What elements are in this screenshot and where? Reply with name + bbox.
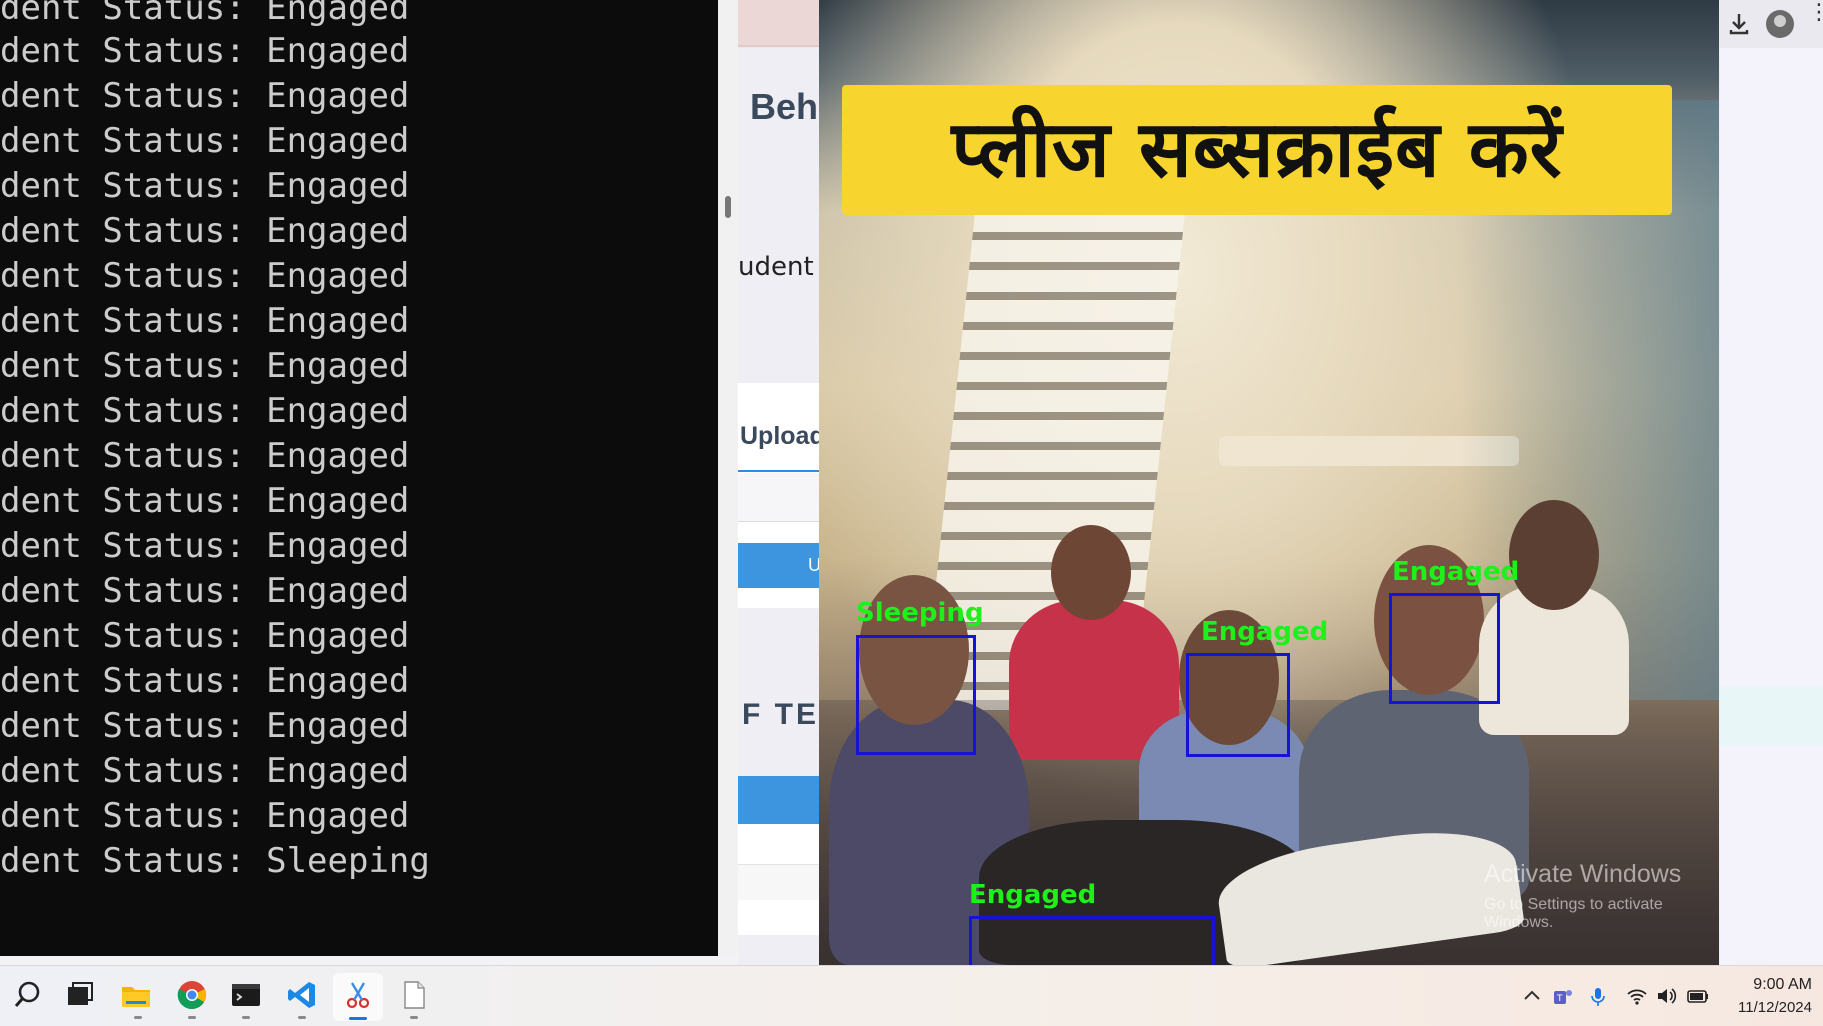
terminal-line: dent Status: Engaged [0,0,410,28]
scrollbar-thumb[interactable] [725,196,731,218]
student-figure [1051,525,1131,620]
banner-text: प्लीज सब्सक्राईब करें [951,105,1563,195]
detection-label: Engaged [969,880,1097,910]
terminal-scrollbar[interactable] [718,0,738,956]
chevron-up-icon[interactable] [1522,986,1542,1006]
table-row [738,865,828,900]
subscribe-banner: प्लीज सब्सक्राईब करें [842,85,1672,215]
terminal-line: dent Status: Engaged [0,346,410,386]
page-title: Beh [750,86,819,127]
detection-box [1389,593,1500,704]
terminal-line: dent Status: Engaged [0,481,410,521]
running-indicator [134,1016,142,1019]
detection-label: Sleeping [856,598,984,628]
video-feed: प्लीज सब्सक्राईब करें Sleeping Engaged E… [819,0,1719,965]
terminal-line: dent Status: Engaged [0,301,410,341]
microphone-icon[interactable] [1588,986,1608,1008]
search-icon[interactable] [12,979,44,1011]
svg-text:T: T [1556,994,1563,1004]
vscode-icon[interactable] [286,979,318,1011]
download-icon[interactable] [1725,10,1753,38]
student-label: udent [738,252,814,282]
detection-box [856,635,976,755]
terminal-line: dent Status: Engaged [0,526,410,566]
terminal-window[interactable]: dent Status: Engaged dent Status: Engage… [0,0,718,956]
page-side-panel [1720,48,1823,965]
upload-label: Upload [740,422,825,450]
profile-icon[interactable] [1766,10,1794,38]
terminal-line: dent Status: Engaged [0,436,410,476]
detection-label: Engaged [1201,617,1329,647]
clock-date[interactable]: 11/12/2024 [1716,999,1812,1016]
table-row [738,900,828,935]
more-vert-icon[interactable]: ⋮ [1808,2,1823,38]
wifi-icon[interactable] [1626,986,1648,1006]
taskbar: T 9:00 AM 11/12/2024 [0,965,1823,1026]
terminal-line: dent Status: Engaged [0,121,410,161]
snipping-tool-icon[interactable] [342,979,374,1011]
activation-watermark-title: Activate Windows [1484,860,1682,888]
table-header [738,776,828,824]
clock-time[interactable]: 9:00 AM [1740,976,1812,994]
detection-box [969,916,1215,965]
terminal-line: dent Status: Sleeping [0,841,430,881]
battery-icon[interactable] [1686,986,1710,1006]
volume-icon[interactable] [1656,986,1678,1006]
terminal-line: dent Status: Engaged [0,211,410,251]
running-indicator [242,1016,250,1019]
terminal-icon[interactable] [230,979,262,1011]
terminal-line: dent Status: Engaged [0,76,410,116]
running-indicator [410,1016,418,1019]
chrome-icon[interactable] [176,979,208,1011]
teams-icon[interactable]: T [1552,986,1574,1008]
terminal-line: dent Status: Engaged [0,31,410,71]
student-figure [1509,500,1599,610]
running-indicator [298,1016,306,1019]
terminal-line: dent Status: Engaged [0,391,410,431]
active-app-indicator [349,1017,367,1020]
task-view-icon[interactable] [64,979,96,1011]
terminal-line: dent Status: Engaged [0,661,410,701]
table-row [738,824,828,865]
file-input[interactable] [738,473,828,522]
terminal-line: dent Status: Engaged [0,616,410,656]
terminal-line: dent Status: Engaged [0,571,410,611]
browser-tab[interactable] [738,0,820,47]
terminal-line: dent Status: Engaged [0,166,410,206]
terminal-line: dent Status: Engaged [0,751,410,791]
terminal-line: dent Status: Engaged [0,706,410,746]
upload-button[interactable]: U [738,543,828,588]
activation-watermark-subtitle: Go to Settings to activate Windows. [1484,896,1663,931]
upload-divider [738,470,828,472]
detection-label: Engaged [1392,557,1520,587]
page-side-band [1720,686,1823,746]
terminal-line: dent Status: Engaged [0,256,410,296]
file-explorer-icon[interactable] [120,979,152,1011]
notepad-icon[interactable] [398,979,430,1011]
detection-box [1186,653,1290,757]
running-indicator [188,1016,196,1019]
terminal-line: dent Status: Engaged [0,796,410,836]
